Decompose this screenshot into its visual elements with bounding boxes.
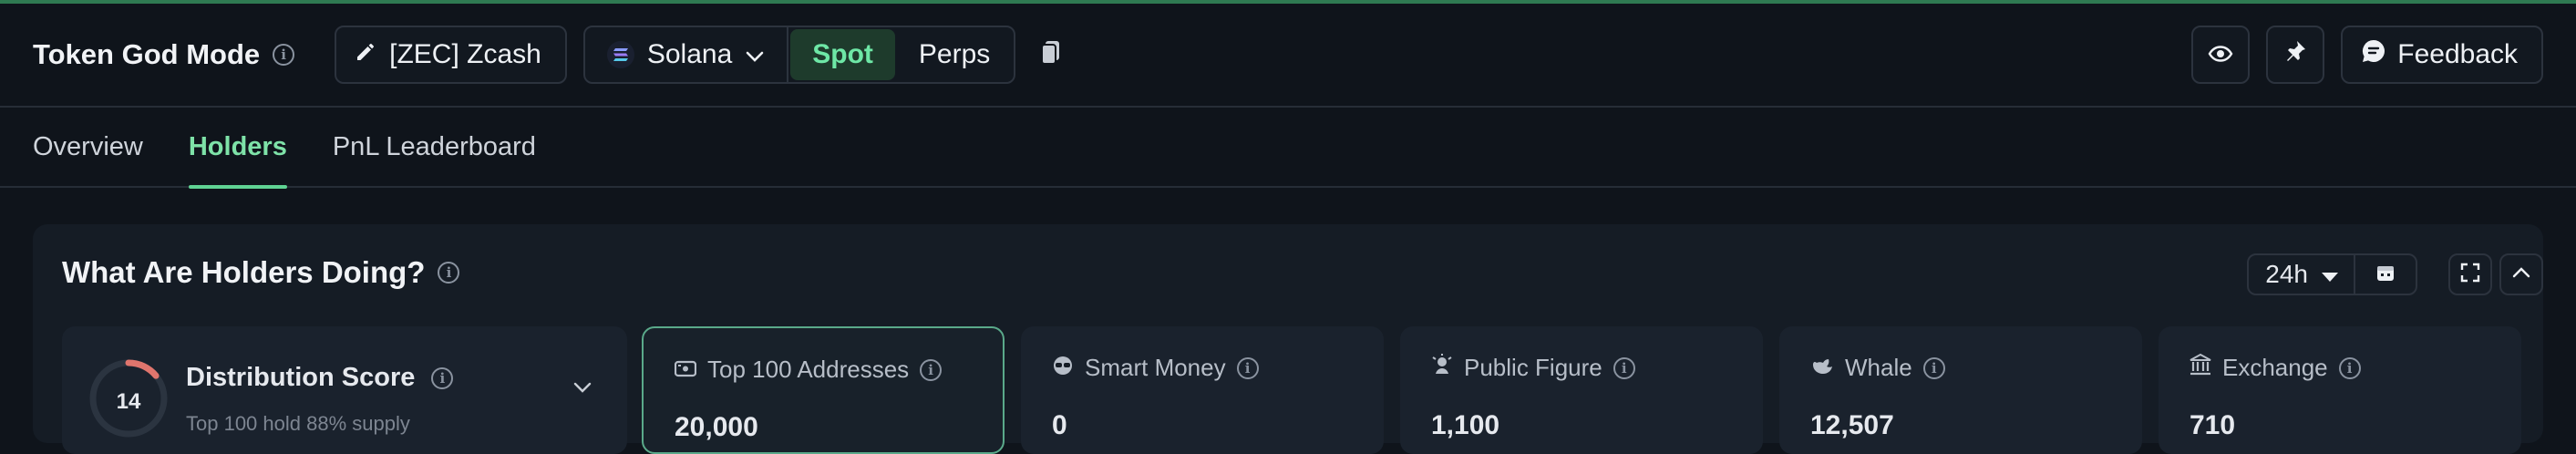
holders-panel: What Are Holders Doing? i 24h 14 Distrib…: [33, 224, 2543, 454]
watch-button[interactable]: [2191, 26, 2251, 84]
distribution-score-card[interactable]: 14 Distribution Score i Top 100 hold 88%…: [62, 326, 627, 454]
card-label: Whale: [1845, 354, 1912, 381]
info-icon[interactable]: i: [1922, 356, 1945, 379]
pencil-icon: [355, 39, 376, 70]
chain-label: Solana: [646, 39, 733, 69]
eye-icon: [2208, 39, 2233, 70]
time-range-group: 24h: [2247, 253, 2417, 295]
fullscreen-button[interactable]: [2448, 253, 2492, 295]
info-icon[interactable]: i: [273, 44, 295, 66]
card-value: 20,000: [675, 412, 758, 442]
token-selector-button[interactable]: [ZEC] Zcash: [335, 26, 567, 84]
card-exchange[interactable]: Exchange i 710: [2159, 326, 2521, 454]
tab-overview[interactable]: Overview: [33, 107, 143, 187]
chevron-down-icon: [745, 39, 765, 70]
card-whale[interactable]: Whale i 12,507: [1779, 326, 2142, 454]
distribution-score-subtitle: Top 100 hold 88% supply: [186, 412, 410, 435]
info-icon[interactable]: i: [920, 358, 943, 381]
chain-dropdown[interactable]: Solana: [585, 27, 789, 82]
chevron-down-icon[interactable]: [572, 381, 592, 398]
pin-button[interactable]: [2266, 26, 2325, 84]
info-icon[interactable]: i: [438, 262, 460, 284]
distribution-score-value: 14: [116, 389, 141, 414]
token-label: [ZEC] Zcash: [389, 39, 541, 69]
public-figure-icon: [1431, 354, 1453, 382]
info-icon[interactable]: i: [2338, 356, 2361, 379]
card-label: Exchange: [2222, 354, 2328, 381]
chat-bubble-icon: [2361, 38, 2386, 71]
calendar-button[interactable]: [2355, 255, 2416, 294]
tab-pnl-leaderboard[interactable]: PnL Leaderboard: [333, 107, 536, 187]
smart-money-icon: [1052, 354, 1074, 382]
info-icon[interactable]: i: [1613, 356, 1635, 379]
time-range-label: 24h: [2265, 260, 2308, 288]
card-label-row: Exchange i: [2190, 353, 2361, 382]
distribution-score-title: Distribution Score: [186, 363, 416, 392]
card-label-row: Top 100 Addresses i: [674, 356, 943, 384]
card-smart-money[interactable]: Smart Money i 0: [1021, 326, 1384, 454]
card-top-100-addresses[interactable]: Top 100 Addresses i 20,000: [642, 326, 1005, 454]
caret-down-icon: [2321, 260, 2339, 289]
wallet-icon: [674, 356, 697, 384]
info-icon[interactable]: i: [1236, 356, 1259, 379]
tab-holders[interactable]: Holders: [188, 107, 287, 189]
solana-icon: [606, 41, 634, 68]
copy-icon[interactable]: [1041, 40, 1061, 70]
card-label-row: Smart Money i: [1052, 354, 1259, 382]
card-label: Top 100 Addresses: [707, 356, 910, 383]
panel-controls: 24h: [2247, 253, 2543, 295]
expand-icon: [2460, 263, 2480, 287]
perps-tab[interactable]: Perps: [897, 27, 1014, 82]
card-label: Smart Money: [1085, 354, 1226, 381]
card-label-row: Whale i: [1810, 354, 1945, 382]
card-value: 1,100: [1431, 410, 1500, 440]
distribution-score-heading: Distribution Score i: [186, 363, 454, 393]
header-actions: Feedback: [2191, 26, 2543, 84]
pin-icon: [2283, 39, 2307, 70]
card-label-row: Public Figure i: [1431, 354, 1635, 382]
panel-header: What Are Holders Doing? i: [62, 255, 460, 290]
chevron-up-icon: [2511, 266, 2531, 284]
collapse-button[interactable]: [2499, 253, 2543, 295]
feedback-button[interactable]: Feedback: [2341, 26, 2543, 84]
card-value: 710: [2190, 410, 2236, 440]
calendar-icon: [2376, 263, 2395, 286]
card-value: 0: [1052, 410, 1067, 440]
info-icon[interactable]: i: [431, 366, 454, 389]
time-range-dropdown[interactable]: 24h: [2249, 255, 2355, 294]
feedback-label: Feedback: [2397, 39, 2518, 69]
card-value: 12,507: [1810, 410, 1894, 440]
bank-icon: [2190, 353, 2211, 382]
spot-tab[interactable]: Spot: [790, 29, 895, 80]
market-selector: Solana Spot Perps: [582, 26, 1016, 84]
tab-bar: Overview Holders PnL Leaderboard: [0, 107, 2576, 189]
header: Token God Mode i [ZEC] Zcash Solana Spot…: [0, 4, 2576, 108]
page-title: Token God Mode: [33, 38, 261, 70]
whale-icon: [1810, 354, 1834, 382]
panel-title: What Are Holders Doing?: [62, 255, 426, 289]
card-label: Public Figure: [1464, 354, 1602, 381]
card-public-figure[interactable]: Public Figure i 1,100: [1400, 326, 1763, 454]
